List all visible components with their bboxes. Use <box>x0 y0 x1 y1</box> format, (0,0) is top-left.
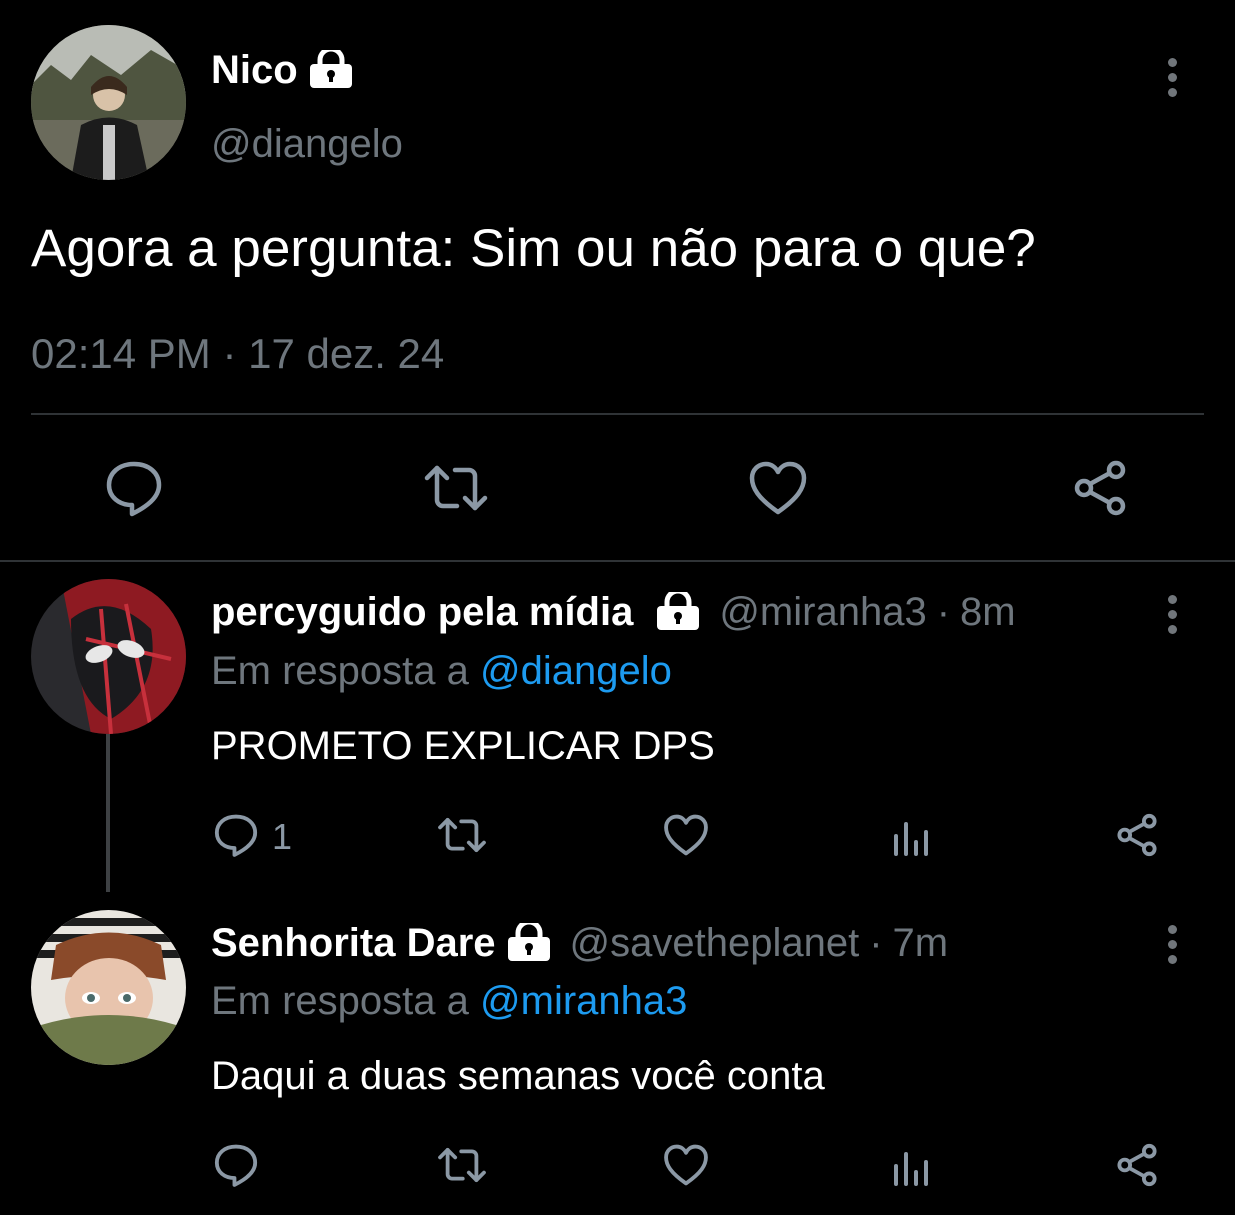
reply-icon[interactable] <box>213 812 259 858</box>
lock-icon <box>655 592 701 632</box>
lock-icon <box>506 923 552 963</box>
like-icon[interactable] <box>748 458 808 518</box>
share-icon[interactable] <box>1114 1142 1160 1188</box>
like-icon[interactable] <box>663 1142 709 1188</box>
relative-time[interactable]: 7m <box>893 921 949 966</box>
more-options-icon[interactable] <box>1166 595 1178 640</box>
reply-to-mention[interactable]: @miranha3 <box>480 979 687 1023</box>
tweet-timestamp: 02:14 PM · 17 dez. 24 <box>31 330 445 377</box>
retweet-icon[interactable] <box>437 1142 487 1188</box>
reply-tweet: Senhorita Dare @savetheplanet · 7m Em re… <box>0 892 1235 1215</box>
separator-dot: · <box>869 920 883 965</box>
avatar[interactable] <box>31 910 186 1065</box>
more-options-icon[interactable] <box>1166 925 1178 970</box>
tweet-text: Daqui a duas semanas você conta <box>211 1054 825 1098</box>
handle[interactable]: @savetheplanet <box>570 921 860 966</box>
analytics-icon[interactable] <box>891 1148 931 1188</box>
retweet-icon[interactable] <box>437 812 487 858</box>
handle[interactable]: @miranha3 <box>719 590 926 635</box>
like-icon[interactable] <box>663 812 709 858</box>
tweet-text: Agora a pergunta: Sim ou não para o que? <box>31 219 1036 278</box>
separator-dot: · <box>936 589 951 634</box>
share-icon[interactable] <box>1070 458 1130 518</box>
reply-prefix: Em resposta a <box>211 649 469 693</box>
reply-count: 1 <box>272 816 293 857</box>
retweet-icon[interactable] <box>423 458 489 518</box>
reply-icon[interactable] <box>213 1142 259 1188</box>
handle[interactable]: @diangelo <box>211 122 403 167</box>
main-tweet: Nico @diangelo Agora a pergunta: Sim ou … <box>0 0 1235 560</box>
share-icon[interactable] <box>1114 812 1160 858</box>
avatar[interactable] <box>31 579 186 734</box>
reply-prefix: Em resposta a <box>211 979 469 1023</box>
reply-to-mention[interactable]: @diangelo <box>480 649 672 693</box>
lock-icon <box>308 50 354 90</box>
divider <box>31 413 1204 415</box>
display-name[interactable]: Senhorita Dare <box>211 921 496 966</box>
analytics-icon[interactable] <box>891 818 931 858</box>
reply-tweet: percyguido pela mídia @miranha3 · 8m Em … <box>0 562 1235 892</box>
display-name[interactable]: Nico <box>211 48 298 93</box>
relative-time[interactable]: 8m <box>960 590 1016 635</box>
more-options-icon[interactable] <box>1166 58 1178 103</box>
reply-icon[interactable] <box>104 458 164 518</box>
thread-line <box>106 734 110 892</box>
tweet-text: PROMETO EXPLICAR DPS <box>211 724 715 768</box>
display-name[interactable]: percyguido pela mídia <box>211 590 633 635</box>
avatar[interactable] <box>31 25 186 180</box>
